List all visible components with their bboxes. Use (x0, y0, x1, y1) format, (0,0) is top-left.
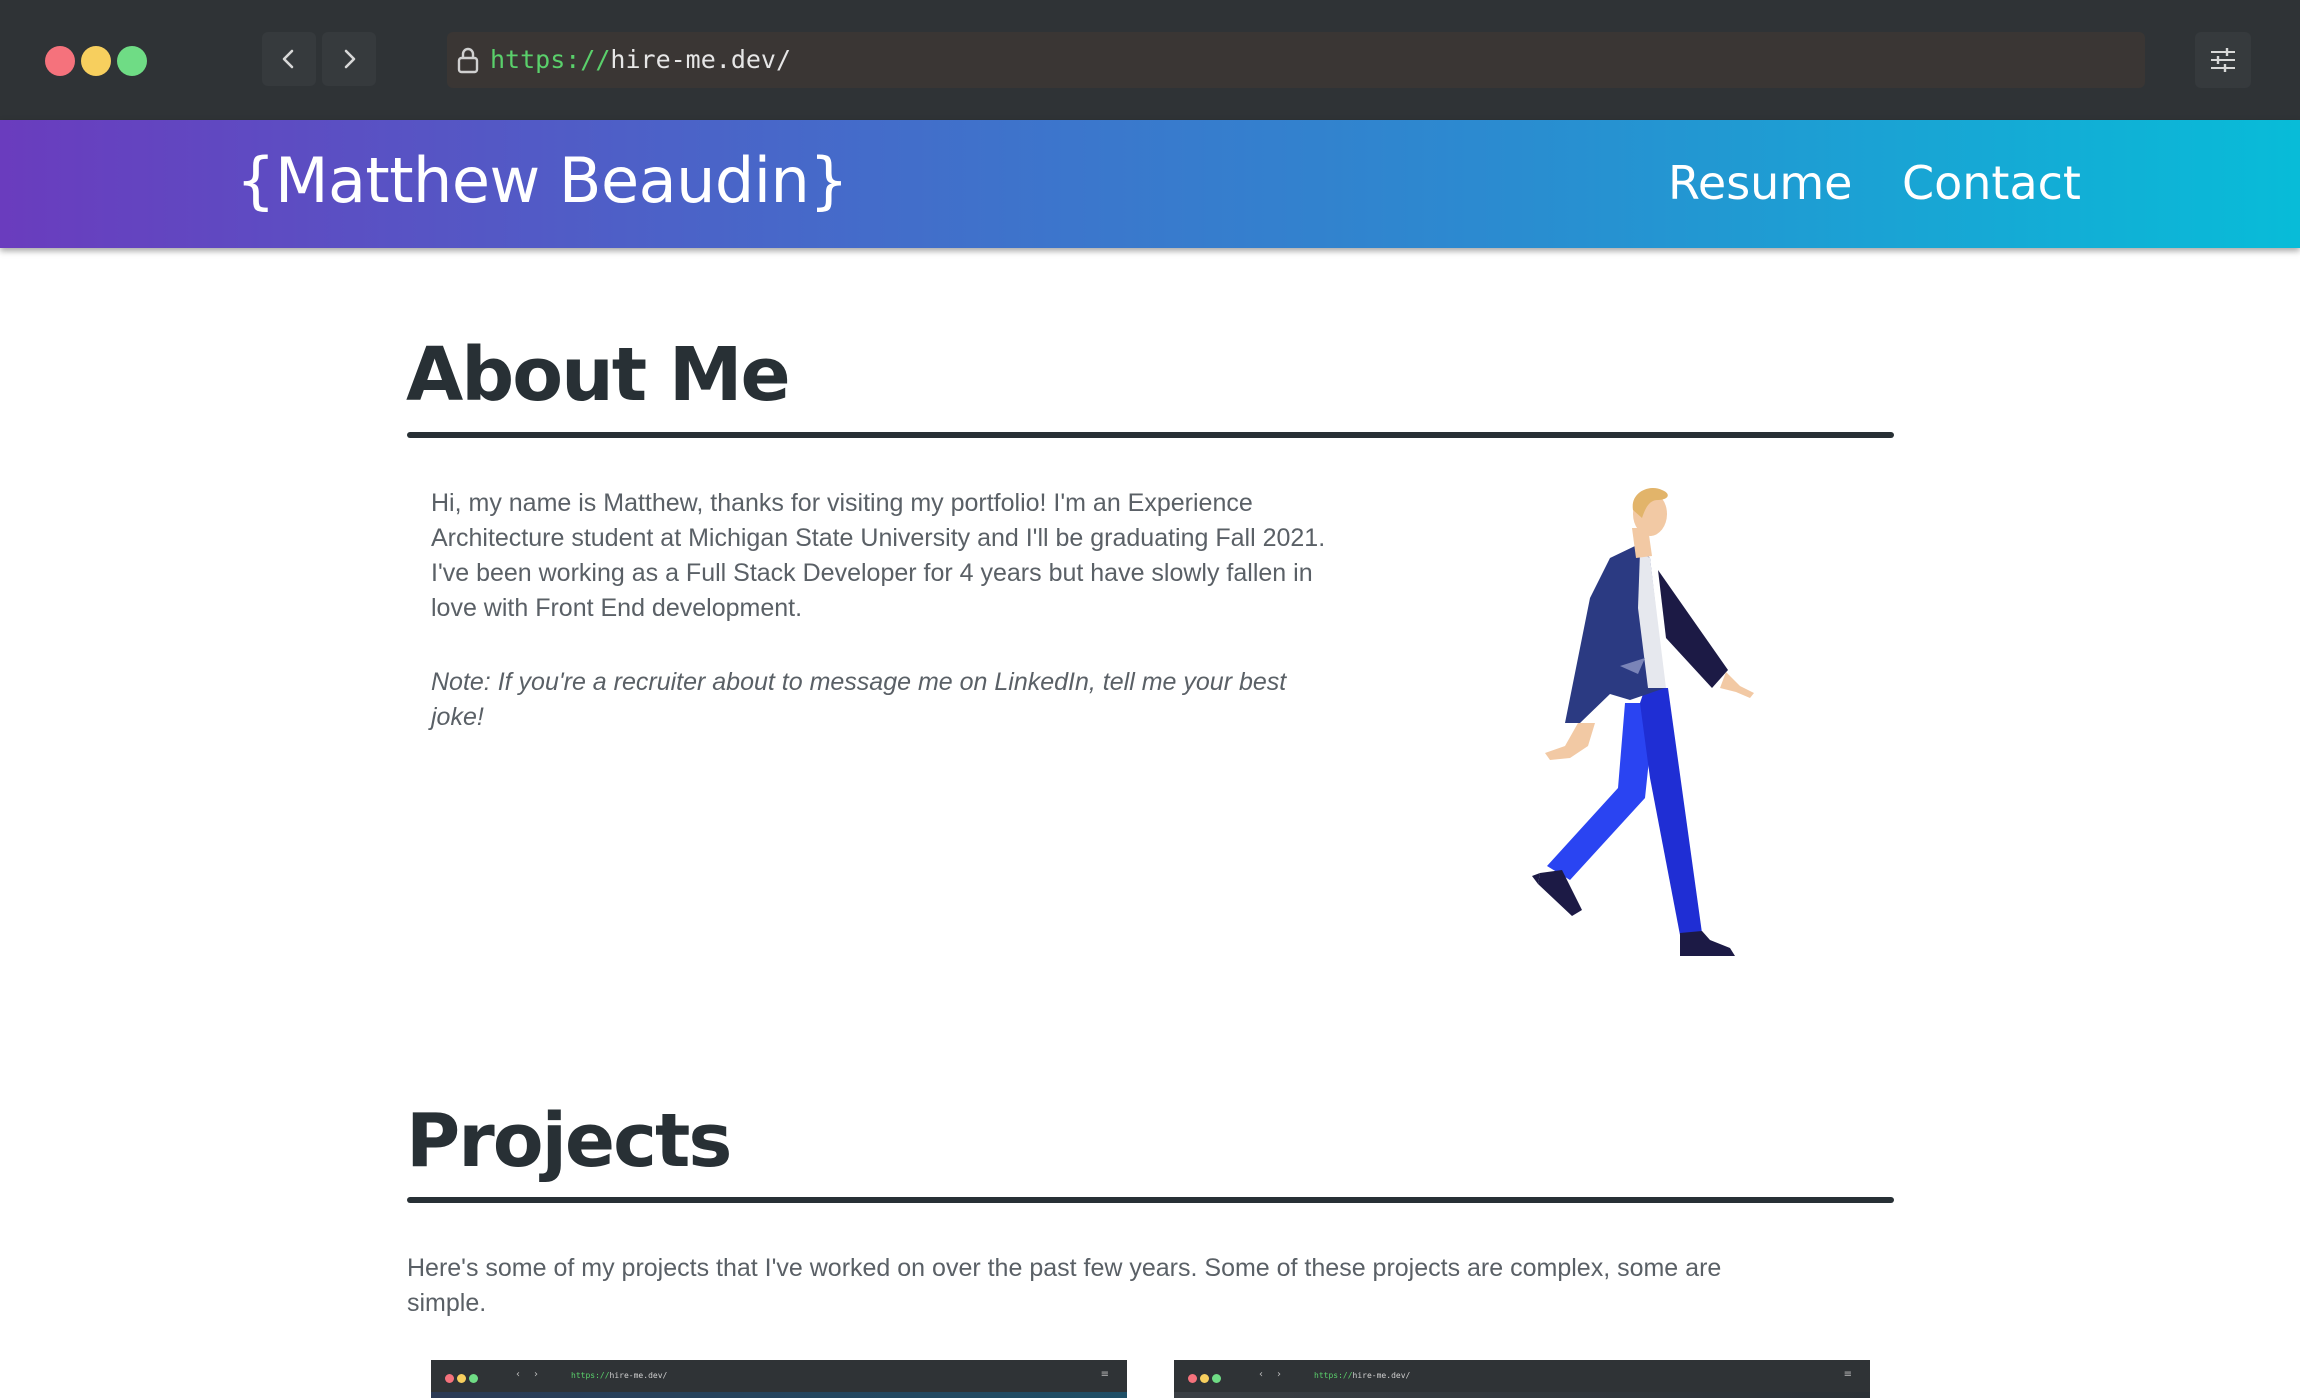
thumb-url-scheme: https:// (1314, 1371, 1353, 1380)
window-minimize-button[interactable] (81, 46, 111, 76)
thumb-content-strip (1174, 1392, 1870, 1398)
window-close-button[interactable] (45, 46, 75, 76)
about-line: love with Front End development. (431, 594, 803, 622)
thumb-chevron-right-icon: › (534, 1369, 538, 1380)
intro-line: Here's some of my projects that I've wor… (407, 1254, 1722, 1282)
intro-line: simple. (407, 1289, 487, 1317)
thumb-chevron-left-icon: ‹ (516, 1369, 520, 1380)
thumb-url: https://hire-me.dev/ (1314, 1371, 1410, 1380)
about-line: I've been working as a Full Stack Develo… (431, 559, 1313, 587)
window-maximize-button[interactable] (117, 46, 147, 76)
thumb-content-strip (431, 1392, 1127, 1398)
url-text: https://hire-me.dev/ (490, 45, 791, 75)
url-scheme: https:// (490, 45, 611, 74)
thumb-menu-icon: ≡ (1100, 1369, 1109, 1380)
chevron-left-icon (282, 49, 294, 69)
walking-man-illustration (1532, 488, 1754, 956)
thumb-url-scheme: https:// (571, 1371, 610, 1380)
address-bar[interactable]: https://hire-me.dev/ (447, 32, 2145, 88)
project-card[interactable]: ‹ › https://hire-me.dev/ ≡ (1174, 1360, 1870, 1398)
thumb-url: https://hire-me.dev/ (571, 1371, 667, 1380)
recruiter-note: Note: If you're a recruiter about to mes… (431, 665, 1411, 735)
thumb-url-host: hire-me.dev/ (1352, 1371, 1411, 1380)
about-line: Architecture student at Michigan State U… (431, 524, 1326, 552)
note-line: Note: If you're a recruiter about to mes… (431, 668, 1287, 696)
note-line: joke! (431, 703, 484, 731)
about-line: Hi, my name is Matthew, thanks for visit… (431, 489, 1253, 517)
nav-contact-link[interactable]: Contact (1902, 154, 2081, 212)
browser-toolbar: https://hire-me.dev/ (0, 0, 2300, 120)
about-heading: About Me (406, 332, 791, 418)
thumb-green-dot (469, 1374, 478, 1383)
nav-resume-link[interactable]: Resume (1668, 154, 1852, 212)
thumb-url-host: hire-me.dev/ (609, 1371, 668, 1380)
thumb-menu-icon: ≡ (1843, 1369, 1852, 1380)
thumb-red-dot (1188, 1374, 1197, 1383)
projects-divider (407, 1197, 1894, 1203)
projects-intro: Here's some of my projects that I've wor… (407, 1251, 1907, 1321)
about-divider (407, 432, 1894, 438)
project-card[interactable]: ‹ › https://hire-me.dev/ ≡ (431, 1360, 1127, 1398)
thumb-yellow-dot (457, 1374, 466, 1383)
settings-button[interactable] (2195, 32, 2251, 88)
thumb-chevron-right-icon: › (1277, 1369, 1281, 1380)
site-header: {Matthew Beaudin} Resume Contact (0, 120, 2300, 248)
projects-heading: Projects (406, 1098, 732, 1184)
forward-button[interactable] (322, 32, 376, 86)
thumb-green-dot (1212, 1374, 1221, 1383)
sliders-icon (2211, 48, 2235, 72)
about-paragraph: Hi, my name is Matthew, thanks for visit… (431, 486, 1411, 626)
thumb-chevron-left-icon: ‹ (1259, 1369, 1263, 1380)
thumb-red-dot (445, 1374, 454, 1383)
back-button[interactable] (262, 32, 316, 86)
url-host: hire-me.dev/ (610, 45, 792, 74)
lock-icon (457, 47, 479, 74)
thumb-yellow-dot (1200, 1374, 1209, 1383)
chevron-right-icon (344, 49, 356, 69)
site-logo[interactable]: {Matthew Beaudin} (236, 142, 849, 220)
